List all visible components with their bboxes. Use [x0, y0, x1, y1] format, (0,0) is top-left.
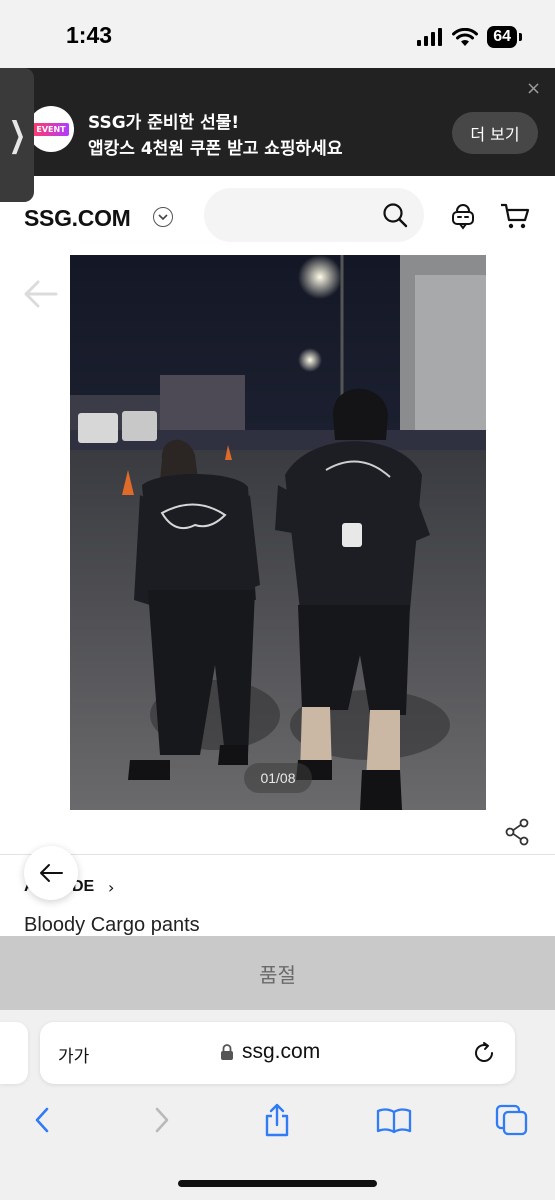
status-icons: 64: [417, 26, 522, 48]
product-gallery: 01/08: [0, 254, 555, 854]
battery-indicator: 64: [487, 26, 522, 48]
status-bar: 1:43 64: [0, 0, 555, 68]
cellular-signal-icon: [417, 28, 443, 46]
chevron-right-icon: ❯: [8, 115, 26, 155]
url-display[interactable]: ssg.com: [220, 1040, 320, 1064]
arrow-left-icon: [40, 864, 63, 882]
status-time: 1:43: [66, 22, 113, 48]
banner-subtitle: 앱캉스 4천원 쿠폰 받고 쇼핑하세요: [88, 139, 343, 159]
site-header: SSG.COM: [0, 176, 555, 254]
banner-more-button[interactable]: 더 보기: [452, 112, 538, 154]
product-photo[interactable]: [70, 255, 486, 810]
home-indicator: [178, 1180, 377, 1187]
chevron-right-icon[interactable]: ›: [108, 878, 114, 897]
bookmarks-button[interactable]: [374, 1100, 414, 1140]
previous-tab-peek[interactable]: [0, 1022, 28, 1084]
back-button[interactable]: [24, 846, 78, 900]
event-banner[interactable]: EVENT SSG가 준비한 선물! 앱캉스 4천원 쿠폰 받고 쇼핑하세요 더…: [0, 68, 555, 176]
text-size-button[interactable]: 가가: [58, 1042, 89, 1067]
search-input[interactable]: [204, 188, 424, 242]
chatbot-icon[interactable]: [449, 202, 477, 230]
chevron-down-icon[interactable]: [153, 207, 173, 227]
event-logo-text: EVENT: [33, 122, 69, 136]
soldout-button[interactable]: 품절: [0, 936, 555, 1010]
browser-toolbar: [0, 1100, 555, 1140]
reload-icon[interactable]: [471, 1040, 497, 1066]
arrow-left-icon[interactable]: [20, 276, 60, 312]
section-divider: [0, 854, 555, 855]
tabs-button[interactable]: [492, 1100, 532, 1140]
site-logo[interactable]: SSG.COM: [24, 205, 131, 232]
back-nav-button[interactable]: [22, 1100, 62, 1140]
chevron-left-icon: [35, 1107, 49, 1133]
banner-side-tab[interactable]: ❯: [0, 68, 34, 202]
cart-icon[interactable]: [499, 202, 531, 230]
share-icon: [265, 1103, 289, 1137]
book-icon: [376, 1108, 412, 1134]
address-bar[interactable]: 가가 ssg.com: [40, 1022, 515, 1084]
lock-icon: [221, 1044, 233, 1060]
chevron-right-icon: [155, 1107, 169, 1133]
banner-title: SSG가 준비한 선물!: [88, 113, 240, 133]
forward-nav-button[interactable]: [142, 1100, 182, 1140]
product-name: Bloody Cargo pants: [24, 914, 200, 936]
close-icon[interactable]: ×: [526, 80, 541, 98]
share-icon[interactable]: [504, 818, 530, 846]
browser-bottom-bar: 가가 ssg.com: [0, 1010, 555, 1200]
url-text: ssg.com: [242, 1040, 321, 1063]
event-logo: EVENT: [28, 106, 74, 152]
image-counter: 01/08: [244, 763, 312, 793]
tabs-icon: [495, 1104, 528, 1136]
wifi-icon: [452, 27, 479, 46]
share-button[interactable]: [257, 1100, 297, 1140]
search-icon[interactable]: [382, 202, 408, 228]
